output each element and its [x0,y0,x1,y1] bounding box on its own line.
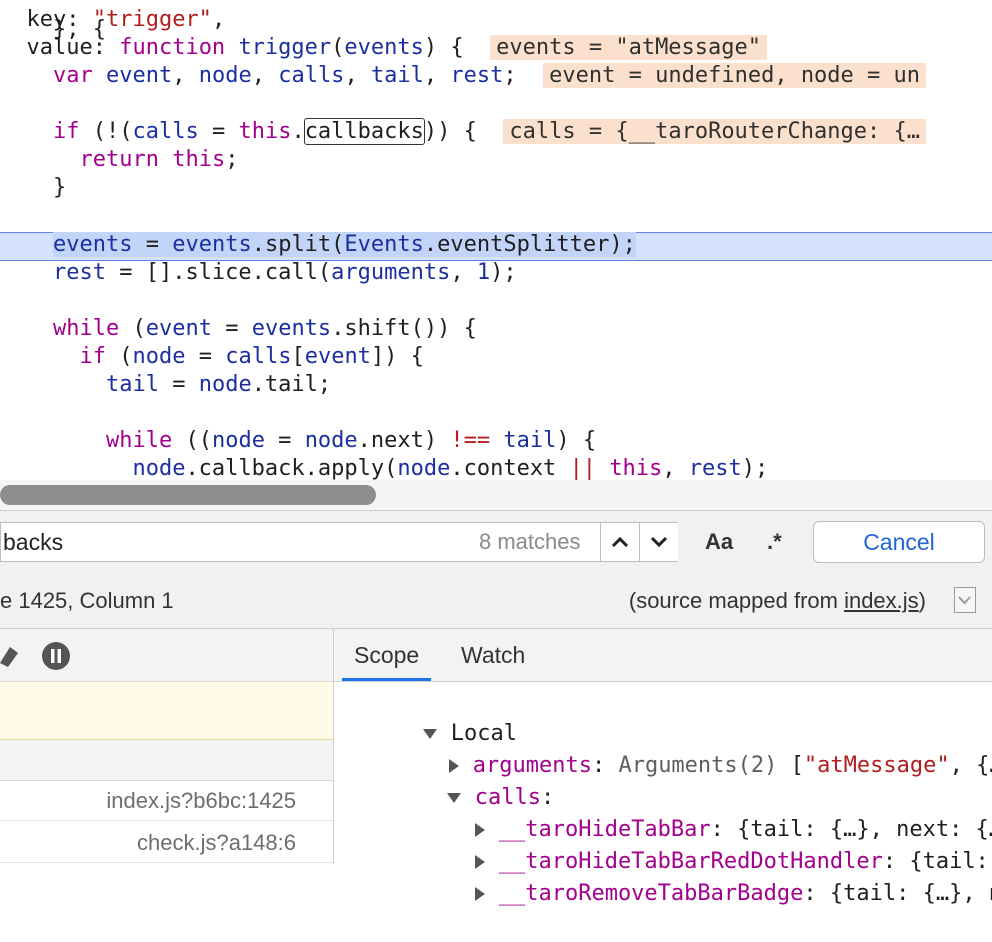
code-line: tail = node.tail; [105,372,332,397]
scope-item-child[interactable]: __taroHideTabBar: {tail: {…}, next: {…… [396,782,992,842]
coverage-icon[interactable] [954,587,976,613]
scope-local[interactable]: Local [344,686,517,746]
collapsed-triangle-icon [475,887,486,901]
call-stack-frame[interactable]: index.js?b6bc:1425 [0,781,333,821]
code-line: } [0,175,67,200]
code-line: key: "trigger", [0,7,226,32]
code-line: if (node = calls[event]) { [79,344,424,369]
code-line-current: events = events.split(Events.eventSplitt… [52,232,636,257]
search-box: 8 matches [0,522,678,562]
scope-item-arguments[interactable]: arguments: Arguments(2) ["atMessage", {…… [370,718,992,778]
tab-watch[interactable]: Watch [449,629,537,681]
chevron-down-icon [650,536,668,548]
previous-match-button[interactable] [600,523,639,561]
code-line: value: function trigger(events) { events… [0,34,768,62]
code-line: while ((node = node.next) !== tail) { [105,428,597,453]
editor-status-bar: e 1425, Column 1 (source mapped from ind… [0,573,992,629]
source-map-link[interactable]: index.js [844,588,919,613]
search-match-highlight: callbacks [303,118,425,145]
search-bar: 8 matches Aa .* Cancel [0,510,992,574]
code-line: node.callback.apply(node.context || this… [132,456,769,480]
inline-value-annotation: event = undefined, node = un [543,63,927,88]
match-case-toggle[interactable]: Aa [705,522,733,562]
tab-scope[interactable]: Scope [342,629,432,681]
chevron-up-icon [611,536,629,548]
debugger-left-pane: index.js?b6bc:1425 check.js?a148:6 [0,629,334,864]
source-map-info: (source mapped from index.js) [628,588,926,613]
scope-item-calls[interactable]: calls: [368,750,554,810]
frame-location: index.js?b6bc:1425 [106,788,296,813]
call-stack-header[interactable] [0,740,333,781]
scope-tree: Local arguments: Arguments(2) ["atMessag… [334,683,992,906]
cursor-position: e 1425, Column 1 [0,588,174,613]
paused-status-banner [0,682,333,740]
scope-watch-pane: Scope Watch Local arguments: Arguments(2… [334,629,992,906]
pause-on-exceptions-icon[interactable] [41,641,71,671]
scope-item-child[interactable]: __taroRemoveTabBarBadge: {tail: {…}, n [396,846,992,906]
regex-toggle[interactable]: .* [767,522,782,562]
code-line: while (event = events.shift()) { [52,316,477,341]
inline-value-annotation: events = "atMessage" [490,35,768,60]
horizontal-scrollbar-thumb[interactable] [0,485,376,505]
debugger-toolbar [0,629,333,682]
code-line: return this; [79,147,239,172]
code-editor[interactable]: }, { key: "trigger", value: function tri… [0,0,992,480]
sidebar-tabs: Scope Watch [334,629,992,682]
next-match-button[interactable] [639,523,678,561]
deactivate-breakpoints-icon[interactable] [0,643,20,667]
code-line: rest = [].slice.call(arguments, 1); [52,260,517,285]
call-stack-frame[interactable]: check.js?a148:6 [0,823,333,863]
scope-item-child[interactable]: __taroHideTabBarRedDotHandler: {tail: … [396,814,992,874]
cancel-search-button[interactable]: Cancel [813,521,985,563]
match-count: 8 matches [479,529,581,554]
frame-location: check.js?a148:6 [137,830,296,855]
code-line: if (!(calls = this.callbacks)) { calls =… [0,118,926,146]
code-line: var event, node, calls, tail, rest; even… [0,62,927,90]
inline-value-annotation: calls = {__taroRouterChange: {… [503,119,926,144]
